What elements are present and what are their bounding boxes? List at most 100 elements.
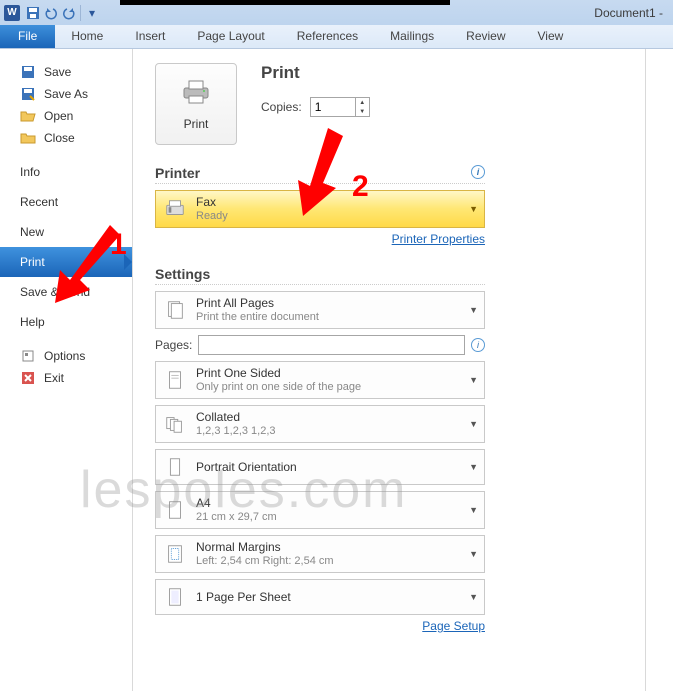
sidebar-recent[interactable]: Recent (0, 187, 132, 217)
tab-review[interactable]: Review (450, 25, 521, 48)
pages-input[interactable] (198, 335, 465, 355)
fax-icon (162, 196, 188, 222)
sidebar-item-label: Exit (44, 371, 64, 385)
copies-up-icon[interactable]: ▲ (356, 98, 369, 107)
title-bar: W ▾ Document1 - (0, 0, 673, 25)
paper-icon (162, 497, 188, 523)
margins-dropdown[interactable]: Normal Margins Left: 2,54 cm Right: 2,54… (155, 535, 485, 573)
tab-file[interactable]: File (0, 25, 55, 48)
chevron-down-icon: ▼ (469, 419, 478, 429)
copies-spinner[interactable]: ▲ ▼ (310, 97, 370, 117)
setting-title: Print All Pages (196, 296, 469, 310)
printer-section-title: Printer i (155, 165, 485, 184)
tab-mailings[interactable]: Mailings (374, 25, 450, 48)
sidebar-item-label: Recent (20, 195, 58, 209)
setting-subtitle: 1,2,3 1,2,3 1,2,3 (196, 425, 469, 438)
chevron-down-icon: ▼ (469, 462, 478, 472)
sidebar-save[interactable]: Save (0, 61, 132, 83)
sidebar-item-label: Save & Send (20, 285, 90, 299)
tab-home[interactable]: Home (55, 25, 119, 48)
one-per-sheet-icon (162, 584, 188, 610)
sidebar-new[interactable]: New (0, 217, 132, 247)
setting-title: Portrait Orientation (196, 460, 469, 474)
sidebar-help[interactable]: Help (0, 307, 132, 337)
copies-down-icon[interactable]: ▼ (356, 107, 369, 116)
setting-subtitle: Only print on one side of the page (196, 381, 469, 394)
chevron-down-icon: ▼ (469, 305, 478, 315)
tab-insert[interactable]: Insert (119, 25, 181, 48)
settings-section-label: Settings (155, 266, 210, 282)
pages-per-sheet-dropdown[interactable]: 1 Page Per Sheet ▼ (155, 579, 485, 615)
document-title: Document1 - (594, 6, 663, 20)
pages-info-icon[interactable]: i (471, 338, 485, 352)
qat-customize-icon[interactable]: ▾ (83, 4, 101, 22)
printer-properties-link[interactable]: Printer Properties (155, 232, 485, 246)
collate-dropdown[interactable]: Collated 1,2,3 1,2,3 1,2,3 ▼ (155, 405, 485, 443)
print-heading: Print (261, 63, 370, 83)
sides-dropdown[interactable]: Print One Sided Only print on one side o… (155, 361, 485, 399)
copies-input[interactable] (311, 100, 355, 114)
chevron-down-icon: ▼ (469, 204, 478, 214)
options-icon (20, 348, 36, 364)
portrait-icon (162, 454, 188, 480)
save-as-icon (20, 86, 36, 102)
print-button-label: Print (184, 117, 209, 131)
undo-qat-icon[interactable] (42, 4, 60, 22)
qat-separator (80, 5, 81, 21)
printer-icon (180, 78, 212, 111)
ribbon-tabs: File Home Insert Page Layout References … (0, 25, 673, 49)
pages-label: Pages: (155, 338, 192, 352)
sidebar-item-label: Close (44, 131, 75, 145)
setting-title: A4 (196, 496, 469, 510)
sidebar-item-label: Info (20, 165, 40, 179)
page-setup-link[interactable]: Page Setup (155, 619, 485, 633)
sidebar-exit[interactable]: Exit (0, 367, 132, 389)
copies-label: Copies: (261, 100, 302, 114)
setting-title: Normal Margins (196, 540, 469, 554)
sidebar-item-label: Print (20, 255, 45, 269)
printer-info-icon[interactable]: i (471, 165, 485, 179)
save-qat-icon[interactable] (24, 4, 42, 22)
save-icon (20, 64, 36, 80)
chevron-down-icon: ▼ (469, 375, 478, 385)
chevron-down-icon: ▼ (469, 592, 478, 602)
sidebar-item-label: Save (44, 65, 71, 79)
backstage-sidebar: Save Save As Open Close Info Recent New … (0, 49, 132, 691)
print-button[interactable]: Print (155, 63, 237, 145)
sidebar-options[interactable]: Options (0, 345, 132, 367)
close-folder-icon (20, 130, 36, 146)
setting-subtitle: 21 cm x 29,7 cm (196, 511, 469, 524)
sidebar-item-label: New (20, 225, 44, 239)
print-panel: Print Print Copies: ▲ ▼ Printer (132, 49, 673, 691)
sidebar-item-label: Help (20, 315, 45, 329)
sidebar-print[interactable]: Print (0, 247, 132, 277)
word-app-icon: W (4, 5, 20, 21)
chevron-down-icon: ▼ (469, 505, 478, 515)
setting-title: 1 Page Per Sheet (196, 590, 469, 604)
sidebar-item-label: Options (44, 349, 85, 363)
paper-size-dropdown[interactable]: A4 21 cm x 29,7 cm ▼ (155, 491, 485, 529)
orientation-dropdown[interactable]: Portrait Orientation ▼ (155, 449, 485, 485)
chevron-down-icon: ▼ (469, 549, 478, 559)
setting-title: Collated (196, 410, 469, 424)
sidebar-open[interactable]: Open (0, 105, 132, 127)
tab-references[interactable]: References (281, 25, 374, 48)
tab-view[interactable]: View (522, 25, 580, 48)
sidebar-save-send[interactable]: Save & Send (0, 277, 132, 307)
print-range-dropdown[interactable]: Print All Pages Print the entire documen… (155, 291, 485, 329)
one-sided-icon (162, 367, 188, 393)
exit-icon (20, 370, 36, 386)
backstage-view: Save Save As Open Close Info Recent New … (0, 49, 673, 691)
setting-title: Print One Sided (196, 366, 469, 380)
sidebar-save-as[interactable]: Save As (0, 83, 132, 105)
sidebar-info[interactable]: Info (0, 157, 132, 187)
margins-icon (162, 541, 188, 567)
redo-qat-icon[interactable] (60, 4, 78, 22)
setting-subtitle: Print the entire document (196, 311, 469, 324)
print-preview-area (646, 49, 673, 691)
collated-icon (162, 411, 188, 437)
tab-page-layout[interactable]: Page Layout (181, 25, 280, 48)
printer-dropdown[interactable]: Fax Ready ▼ (155, 190, 485, 228)
sidebar-close[interactable]: Close (0, 127, 132, 149)
open-icon (20, 108, 36, 124)
